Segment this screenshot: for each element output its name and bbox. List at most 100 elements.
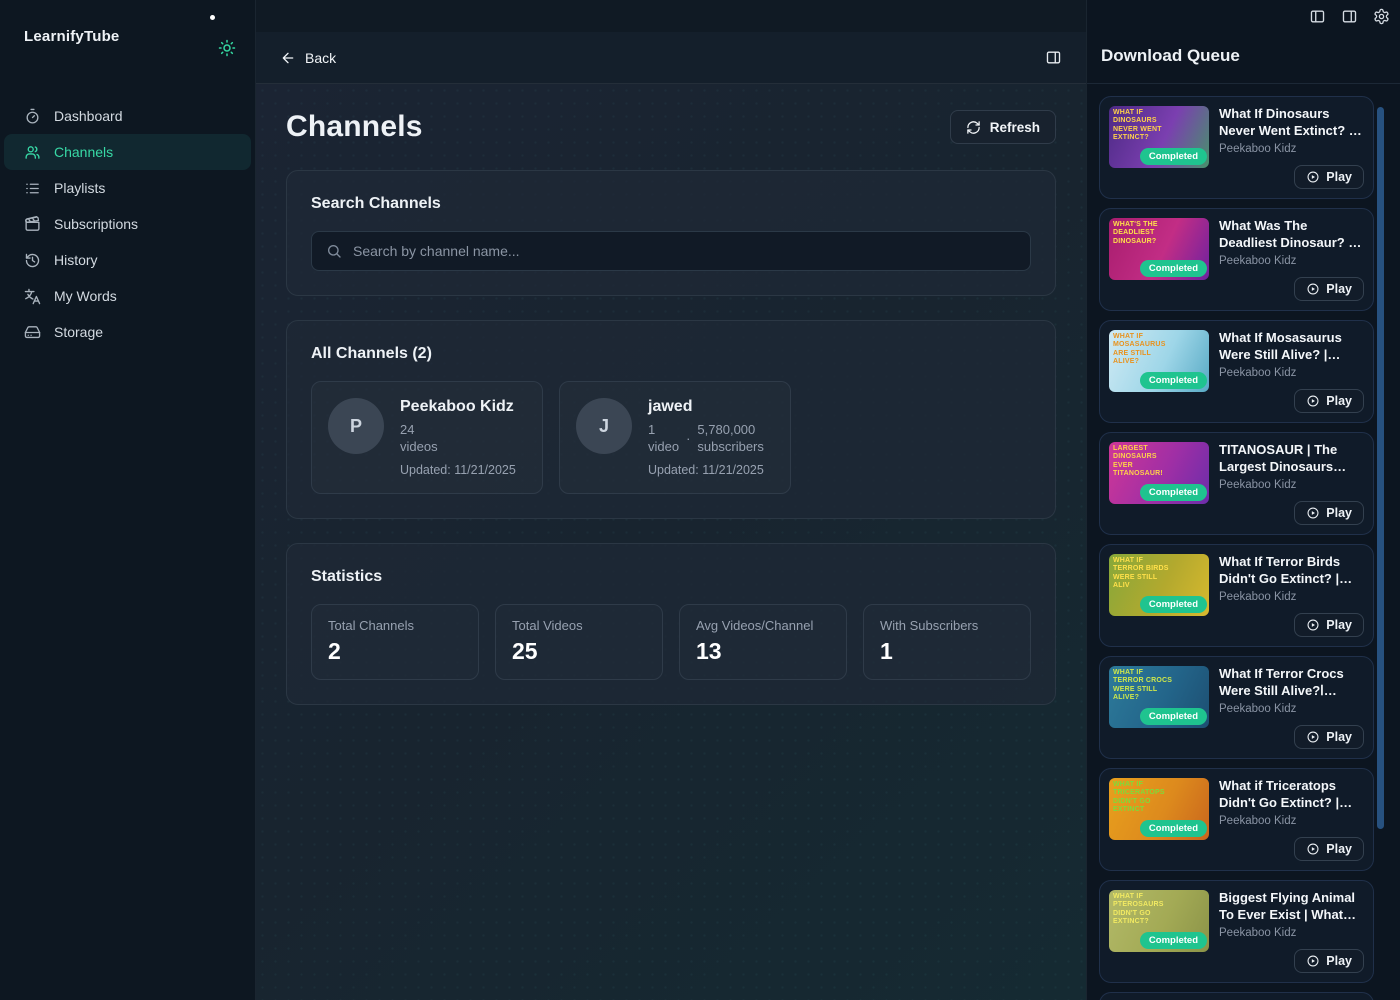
status-badge: Completed	[1140, 932, 1207, 949]
channel-updated: Updated: 11/21/2025	[648, 463, 764, 477]
queue-item[interactable]: What If Terror Crocs Were Still Alive? C…	[1099, 656, 1374, 759]
queue-item-partial[interactable]	[1099, 992, 1374, 1000]
queue-item[interactable]: What If Dinosaurs Never Went Extinct? Co…	[1099, 96, 1374, 199]
channel-card-jawed[interactable]: J jawed 1 video · 5,780,000 subscribers …	[559, 381, 791, 494]
channel-card-peekaboo-kidz[interactable]: P Peekaboo Kidz 24 videos Updated: 11/21…	[311, 381, 543, 494]
theme-toggle-sun-icon[interactable]	[218, 39, 236, 57]
thumbnail-text: What If Dinosaurs Never Went Extinct?	[1113, 109, 1175, 143]
sidebar-item-history[interactable]: History	[4, 242, 251, 278]
stat-with-subscribers: With Subscribers 1	[863, 604, 1031, 680]
search-input[interactable]	[353, 243, 1016, 259]
play-button[interactable]: Play	[1294, 501, 1364, 525]
queue-item[interactable]: Largest Dinosaurs Ever Titanosaur! Compl…	[1099, 432, 1374, 535]
status-badge: Completed	[1140, 148, 1207, 165]
queue-item[interactable]: What's The Deadliest Dinosaur? Completed…	[1099, 208, 1374, 311]
page-title: Channels	[286, 110, 423, 144]
refresh-label: Refresh	[990, 120, 1040, 135]
panel-right-toggle-icon[interactable]	[1341, 8, 1358, 25]
play-label: Play	[1326, 394, 1352, 408]
video-title: What If Terror Crocs Were Still Alive?ⅼ …	[1219, 666, 1364, 699]
sidebar-item-my-words[interactable]: My Words	[4, 278, 251, 314]
play-button[interactable]: Play	[1294, 389, 1364, 413]
translate-icon	[24, 288, 41, 305]
queue-item[interactable]: What If Terror Birds Were Still Aliv Com…	[1099, 544, 1374, 647]
play-button[interactable]: Play	[1294, 613, 1364, 637]
sidebar-nav: Dashboard Channels Playlists Subscriptio…	[0, 98, 255, 350]
sidebar-item-subscriptions[interactable]: Subscriptions	[4, 206, 251, 242]
page-toolbar: Back	[256, 32, 1086, 84]
video-channel: Peekaboo Kidz	[1219, 927, 1364, 939]
thumbnail-text: What If Terror Crocs Were Still Alive?	[1113, 669, 1175, 703]
channel-updated: Updated: 11/21/2025	[400, 463, 516, 477]
sidebar-item-playlists[interactable]: Playlists	[4, 170, 251, 206]
play-button[interactable]: Play	[1294, 725, 1364, 749]
play-circle-icon	[1306, 170, 1320, 184]
video-title: What If Terror Birds Didn't Go Extinct? …	[1219, 554, 1364, 587]
queue-item[interactable]: What If Pterosaurs Didn't Go Extinct? Co…	[1099, 880, 1374, 983]
play-label: Play	[1326, 170, 1352, 184]
video-title: Biggest Flying Animal To Ever Exist | Wh…	[1219, 890, 1364, 923]
status-dot	[210, 15, 215, 20]
video-channel: Peekaboo Kidz	[1219, 479, 1364, 491]
window-top-strip	[256, 0, 1086, 32]
video-title: What If Dinosaurs Never Went Extinct? | …	[1219, 106, 1364, 139]
thumbnail-text: What If Terror Birds Were Still Aliv	[1113, 557, 1175, 591]
status-badge: Completed	[1140, 260, 1207, 277]
stat-label: Avg Videos/Channel	[696, 618, 830, 633]
sidebar-item-label: Playlists	[54, 180, 105, 196]
gear-icon[interactable]	[1373, 8, 1390, 25]
video-thumbnail: What If Mosasaurus are Still Alive? Comp…	[1109, 330, 1209, 392]
stat-value: 2	[328, 638, 462, 665]
video-title: What If Mosasaurus Were Still Alive? | G…	[1219, 330, 1364, 363]
stat-label: Total Channels	[328, 618, 462, 633]
thumbnail-text: What's The Deadliest Dinosaur?	[1113, 221, 1175, 246]
status-badge: Completed	[1140, 820, 1207, 837]
sidebar-item-dashboard[interactable]: Dashboard	[4, 98, 251, 134]
play-button[interactable]: Play	[1294, 837, 1364, 861]
panel-right-toggle-icon[interactable]	[1045, 49, 1062, 66]
play-label: Play	[1326, 730, 1352, 744]
play-button[interactable]: Play	[1294, 949, 1364, 973]
list-icon	[24, 180, 41, 197]
back-button[interactable]: Back	[280, 50, 336, 66]
play-button[interactable]: Play	[1294, 277, 1364, 301]
video-channel: Peekaboo Kidz	[1219, 367, 1364, 379]
refresh-button[interactable]: Refresh	[950, 110, 1056, 144]
refresh-icon	[966, 120, 981, 135]
play-button[interactable]: Play	[1294, 165, 1364, 189]
search-section-title: Search Channels	[311, 195, 1031, 213]
stat-label: With Subscribers	[880, 618, 1014, 633]
thumbnail-text: Largest Dinosaurs Ever Titanosaur!	[1113, 445, 1175, 479]
thumbnail-text: What If Mosasaurus are Still Alive?	[1113, 333, 1175, 367]
statistics-card: Statistics Total Channels 2 Total Videos…	[286, 543, 1056, 705]
video-thumbnail: What If Dinosaurs Never Went Extinct? Co…	[1109, 106, 1209, 168]
video-title: TITANOSAUR | The Largest Dinosaurs Ever …	[1219, 442, 1364, 475]
avatar: P	[328, 398, 384, 454]
video-title: What Was The Deadliest Dinosaur? | Most…	[1219, 218, 1364, 251]
video-channel: Peekaboo Kidz	[1219, 591, 1364, 603]
video-channel: Peekaboo Kidz	[1219, 815, 1364, 827]
sidebar-item-channels[interactable]: Channels	[4, 134, 251, 170]
sidebar-item-storage[interactable]: Storage	[4, 314, 251, 350]
app-title: LearnifyTube	[24, 28, 119, 45]
video-title: What if Triceratops Didn't Go Extinct? |…	[1219, 778, 1364, 811]
panel-left-toggle-icon[interactable]	[1309, 8, 1326, 25]
status-badge: Completed	[1140, 708, 1207, 725]
queue-item[interactable]: What If Mosasaurus are Still Alive? Comp…	[1099, 320, 1374, 423]
video-thumbnail: What If Terror Birds Were Still Aliv Com…	[1109, 554, 1209, 616]
play-label: Play	[1326, 282, 1352, 296]
thumbnail-text: What If Pterosaurs Didn't Go Extinct?	[1113, 893, 1175, 927]
video-thumbnail: What If Terror Crocs Were Still Alive? C…	[1109, 666, 1209, 728]
stat-label: Total Videos	[512, 618, 646, 633]
sidebar-item-label: History	[54, 252, 98, 268]
channel-name: jawed	[648, 398, 764, 416]
app-root: LearnifyTube Dashboard Channels	[0, 0, 1400, 1000]
queue-scrollbar[interactable]	[1377, 107, 1384, 829]
queue-item[interactable]: What If Triceratops Didn't Go Extinct Co…	[1099, 768, 1374, 871]
video-thumbnail: What If Pterosaurs Didn't Go Extinct? Co…	[1109, 890, 1209, 952]
video-thumbnail: What's The Deadliest Dinosaur? Completed	[1109, 218, 1209, 280]
hard-drive-icon	[24, 324, 41, 341]
main-column: Back Channels Refresh Search Channels	[256, 0, 1086, 1000]
stat-value: 25	[512, 638, 646, 665]
sidebar-item-label: Dashboard	[54, 108, 123, 124]
